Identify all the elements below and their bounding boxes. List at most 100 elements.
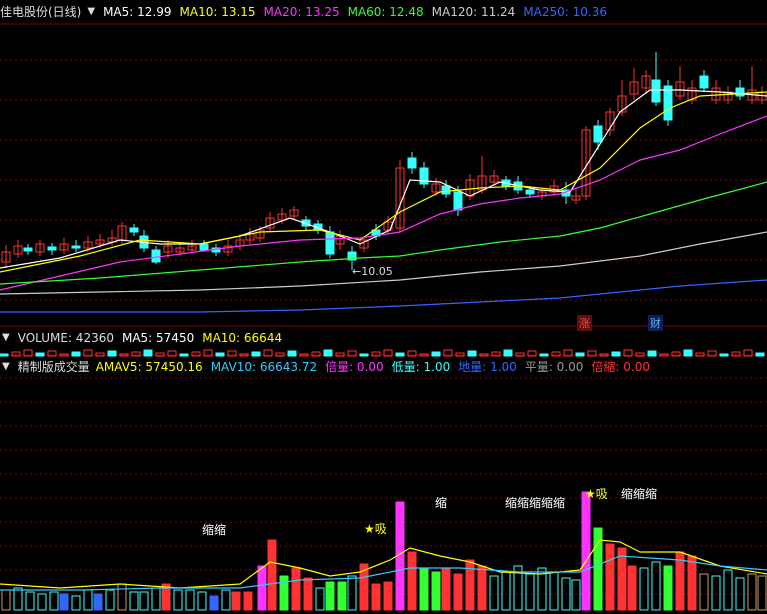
indicator-bar [549,571,559,611]
dropdown-arrow-icon[interactable]: ▼ [2,359,10,375]
ma-legend-item: MA10: 13.15 [179,5,256,19]
candle-body [593,125,603,143]
indicator-bar [687,555,697,611]
annotation-shrink: 缩缩缩缩缩 [505,494,565,511]
indicator-bar [383,581,393,611]
candle-body [151,249,161,263]
indicator-bar [581,491,591,611]
tag-limit-up[interactable]: 涨 [577,315,592,331]
indicator-bar [25,591,35,611]
indicator-bar [117,583,127,611]
indicator-bar [337,581,347,611]
indicator-bar [419,567,429,611]
indicator-bar [407,551,417,611]
indicator-bar [267,539,277,611]
candle-body [199,243,209,251]
candle-body [129,227,139,233]
annotation-text: 缩缩 [202,523,227,537]
indicator-legend: ▼ 精制版成交量 AMAV5: 57450.16 MAV10: 66643.72 倍… [0,359,658,375]
indicator-bar [571,579,581,611]
candle-body [407,157,417,169]
indicator-bar [49,591,59,611]
candle-body [325,231,335,255]
annotation-shrink: 缩缩 [202,521,226,538]
volume-bar [395,352,405,357]
candle-body [699,75,709,89]
ma10-line [0,91,767,273]
annotation-text: ★吸 [585,487,608,501]
candle-body [525,189,535,195]
indicator-bar [315,587,325,611]
indicator-bar [723,569,733,611]
volume-bar [287,350,297,357]
volume-bar [719,353,729,357]
volume-bar [71,351,81,357]
annotation-text: 缩缩缩 [621,487,658,501]
low-price-value: 10.05 [361,265,393,278]
volume-bar [0,353,9,357]
indicator-bar [699,573,709,611]
ma-legend-item: MA5: 12.99 [103,5,172,19]
annotation-absorb: ★吸 [585,485,608,502]
volume-legend-item: VOLUME: 42360 [17,331,114,345]
indicator-name: 精制版成交量 [17,360,90,374]
indicator-bar [627,565,637,611]
indicator-bar [37,593,47,611]
indicator-legend-item: 地量: 1.00 [458,360,517,374]
dropdown-arrow-icon[interactable]: ▼ [87,4,95,20]
indicator-bar [185,589,195,611]
indicator-bar [83,589,93,611]
volume-bar [611,351,621,357]
candle-body [23,247,33,252]
indicator-bar [371,583,381,611]
volume-bar [431,351,441,357]
volume-bar [467,350,477,357]
candle-body [651,79,661,103]
indicator-bar [291,567,301,611]
volume-legend-item: MA10: 66644 [202,331,283,345]
indicator-bar [501,571,511,611]
tag-finance[interactable]: 财 [648,315,663,331]
annotation-text: 缩 [435,496,448,510]
volume-bar [683,349,693,357]
indicator-bar [747,573,757,611]
dropdown-arrow-icon[interactable]: ▼ [2,330,10,346]
indicator-bar [431,571,441,611]
annotation-absorb: ★吸 [364,520,387,537]
indicator-bar [59,593,69,611]
indicator-legend-item: 低量: 1.00 [391,360,451,374]
ma-legend-item: MA60: 12.48 [347,5,424,19]
indicator-legend-item: 平量: 0.00 [524,360,584,374]
low-price-marker: ←10.05 [352,265,393,278]
candle-body [47,246,57,251]
indicator-bar [477,565,487,611]
volume-bar [755,352,765,357]
volume-bar [323,349,333,357]
indicator-bar [13,587,23,611]
indicator-bar [651,561,661,611]
candle-body [441,185,451,195]
indicator-bar [441,567,451,611]
indicator-bar [257,565,267,611]
tag-finance-label: 财 [650,317,661,330]
volume-legend: ▼ VOLUME: 42360 MA5: 57450 MA10: 66644 [0,330,290,346]
indicator-bar [129,591,139,611]
stock-title: 佳电股份(日线) [0,5,82,19]
indicator-legend-item: 倍量: 0.00 [325,360,384,374]
indicator-legend-item: AMAV5: 57450.16 [95,360,203,374]
indicator-legend-item: MAV10: 66643.72 [210,360,318,374]
indicator-bar [71,595,81,611]
ma250-line [0,279,767,313]
volume-bar [575,352,585,357]
volume-bar [143,349,153,357]
volume-bar [359,353,369,357]
indicator-bar [279,575,289,611]
indicator-bar [711,575,721,611]
indicator-bar [151,587,161,611]
candle-body [453,191,463,211]
indicator-bar [757,575,767,611]
tag-limit-up-label: 涨 [579,317,590,330]
candle-body [735,87,745,97]
stock-chart-window: 佳电股份(日线) ▼ MA5: 12.99 MA10: 13.15 MA20: 13… [0,0,767,614]
indicator-bar [465,559,475,611]
